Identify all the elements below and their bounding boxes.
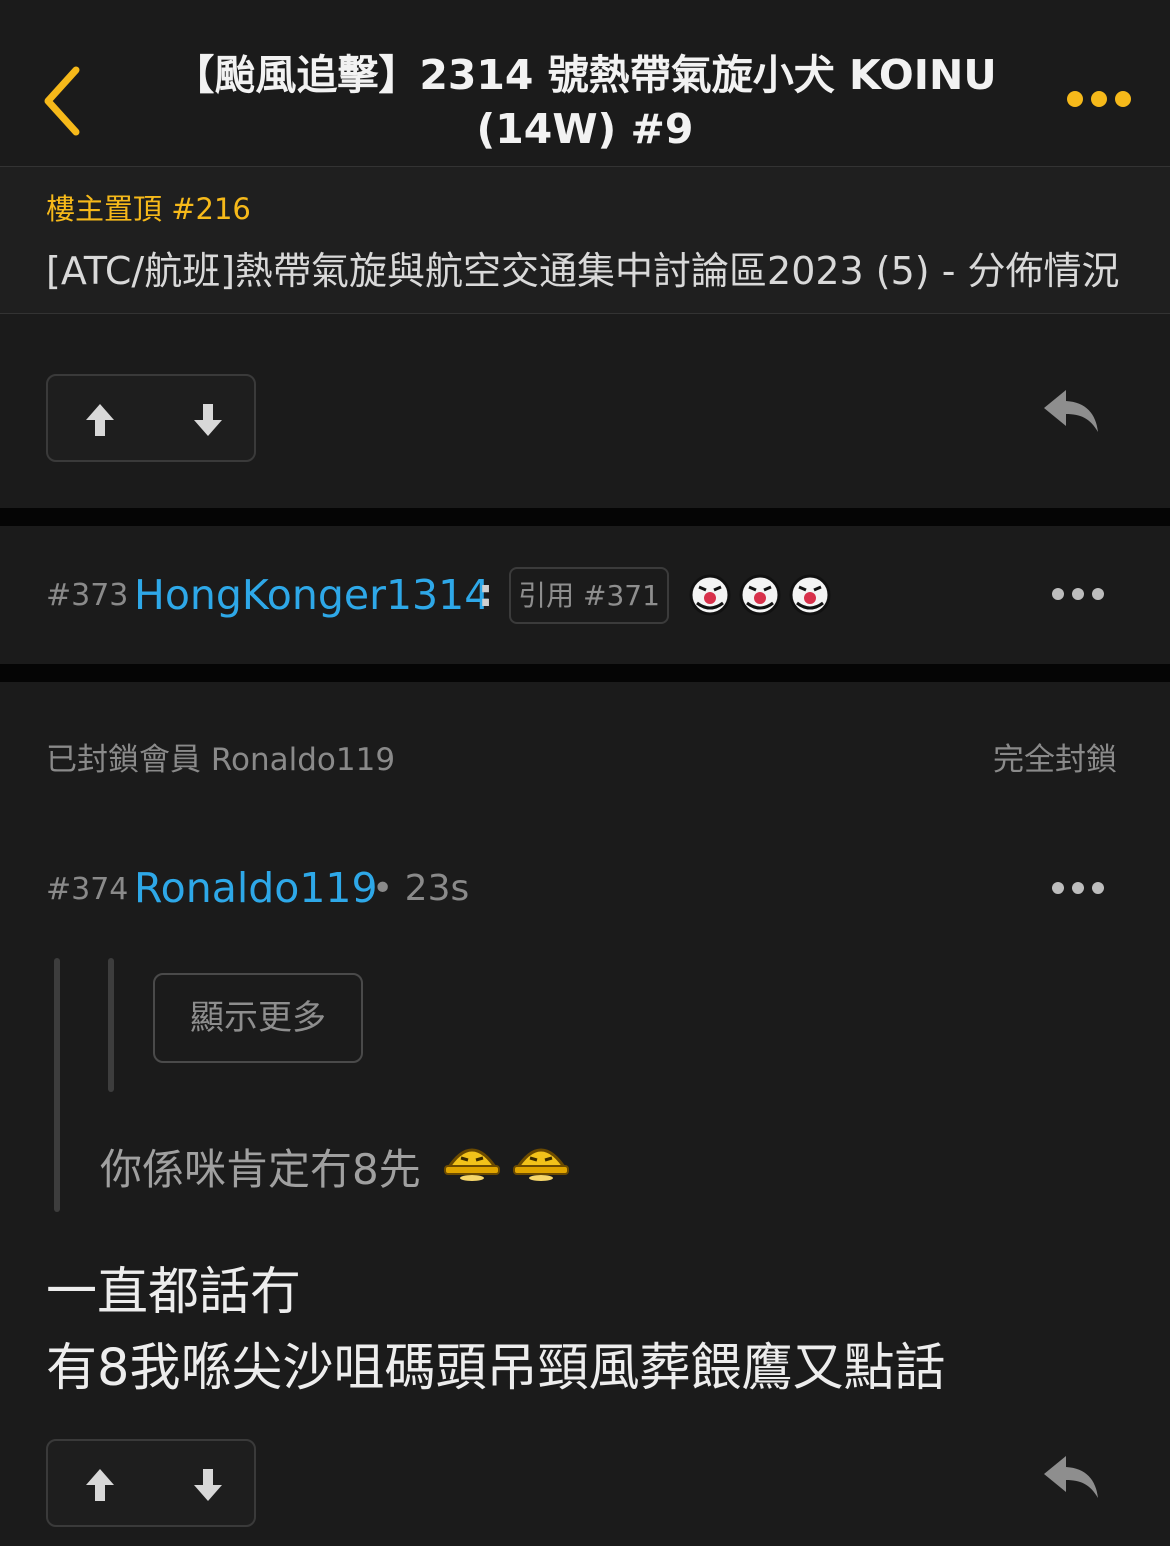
sweat-face-icon — [444, 1148, 500, 1181]
show-more-button[interactable]: 顯示更多 — [153, 973, 363, 1063]
pinned-title[interactable]: [ATC/航班]熱帶氣旋與航空交通集中討論區2023 (5) - 分佈情況 — [46, 240, 1126, 295]
clown-face-icon — [689, 574, 731, 616]
username-link[interactable]: HongKonger1314 — [134, 571, 490, 619]
post-divider — [0, 664, 1170, 682]
upvote-button[interactable] — [84, 402, 116, 438]
nested-quote-bar — [108, 958, 114, 1092]
more-horizontal-icon — [1052, 882, 1104, 894]
post-divider — [0, 508, 1170, 526]
clown-face-icon — [739, 574, 781, 616]
thread-title-line2: (14W) #9 — [476, 105, 694, 153]
sweat-face-icon — [513, 1148, 569, 1181]
full-block-button[interactable]: 完全封鎖 — [993, 734, 1117, 779]
post-time: • 23s — [372, 868, 470, 909]
quoted-text: 你係咪肯定冇8先 — [100, 1145, 421, 1194]
arrow-down-icon — [194, 1469, 222, 1501]
downvote-button[interactable] — [192, 1467, 224, 1503]
downvote-button[interactable] — [192, 402, 224, 438]
thread-more-button[interactable] — [1064, 86, 1136, 112]
pinned-label: 樓主置頂 #216 — [46, 192, 251, 226]
reply-button[interactable] — [1042, 1452, 1102, 1502]
upvote-button[interactable] — [84, 1467, 116, 1503]
post-more-button[interactable] — [1050, 584, 1106, 604]
username-link[interactable]: Ronaldo119 — [134, 864, 378, 912]
blocked-member-notice: 已封鎖會員 Ronaldo119 — [46, 742, 396, 778]
post-more-button[interactable] — [1050, 878, 1106, 898]
thread-title-line1: 【颱風追擊】2314 號熱帶氣旋小犬 KOINU — [173, 51, 997, 99]
quote-bar — [54, 958, 60, 1212]
arrow-up-icon — [86, 1469, 114, 1501]
reply-button[interactable] — [1042, 386, 1102, 436]
reply-icon — [1044, 1456, 1098, 1498]
post-number: #373 — [46, 578, 129, 613]
vote-box — [46, 1439, 256, 1527]
vote-box — [46, 374, 256, 462]
chevron-left-icon — [44, 66, 80, 136]
thread-title: 【颱風追擊】2314 號熱帶氣旋小犬 KOINU (14W) #9 — [150, 48, 1020, 156]
back-button[interactable] — [38, 62, 88, 140]
clown-face-icon — [789, 574, 831, 616]
reply-icon — [1044, 390, 1098, 432]
arrow-up-icon — [86, 404, 114, 436]
post-body-line: 一直都話冇 — [46, 1263, 302, 1322]
more-horizontal-icon — [1067, 91, 1131, 107]
post-body-line: 有8我喺尖沙咀碼頭吊頸風葬餵鷹又點話 — [46, 1339, 946, 1398]
top-bar: 【颱風追擊】2314 號熱帶氣旋小犬 KOINU (14W) #9 — [0, 0, 1170, 167]
more-horizontal-icon — [1052, 588, 1104, 600]
post-number: #374 — [46, 872, 129, 907]
arrow-down-icon — [194, 404, 222, 436]
quote-chip[interactable]: 引用 #371 — [509, 567, 669, 624]
colon-separator: : — [478, 571, 494, 615]
